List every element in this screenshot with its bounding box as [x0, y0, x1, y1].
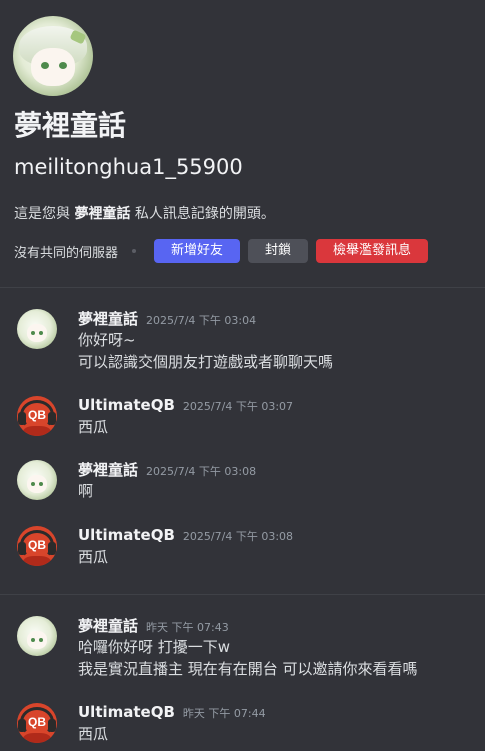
message-author[interactable]: 夢裡童話	[78, 310, 138, 328]
message-author[interactable]: UltimateQB	[78, 526, 175, 544]
separator-dot	[132, 249, 137, 253]
message-text: 西瓜	[78, 548, 109, 566]
message-text: 哈囉你好呀 打擾一下w	[78, 638, 231, 656]
intro-name: 夢裡童話	[74, 206, 131, 222]
message-text: 西瓜	[78, 725, 109, 743]
message-header: 夢裡童話 昨天 下午 07:43	[78, 615, 229, 636]
dm-intro-text: 這是您與 夢裡童話 私人訊息記錄的開頭。	[14, 203, 275, 223]
message-header: 夢裡童話 2025/7/4 下午 03:08	[78, 459, 256, 480]
profile-avatar[interactable]	[13, 16, 93, 96]
message-author[interactable]: UltimateQB	[78, 396, 175, 414]
message-text: 啊	[78, 482, 94, 500]
message-text: 西瓜	[78, 418, 109, 436]
message-timestamp: 2025/7/4 下午 03:08	[146, 465, 257, 478]
message-timestamp: 2025/7/4 下午 03:07	[182, 400, 294, 413]
mutual-servers-text: 沒有共同的伺服器	[14, 245, 119, 261]
profile-username: meilitonghua1_55900	[14, 155, 243, 179]
message-header: UltimateQB 2025/7/4 下午 03:07	[78, 395, 293, 414]
message-timestamp: 2025/7/4 下午 03:04	[146, 314, 257, 327]
message-text: 可以認識交個朋友打遊戲或者聊聊天嗎	[78, 353, 334, 371]
date-divider	[0, 594, 485, 595]
profile-display-name: 夢裡童話	[14, 109, 127, 142]
header-divider	[0, 287, 485, 288]
profile-actions: 沒有共同的伺服器 新增好友 封鎖 檢舉濫發訊息	[14, 239, 436, 263]
user-avatar[interactable]: QB	[17, 396, 57, 436]
user-avatar[interactable]	[17, 309, 57, 349]
report-spam-button[interactable]: 檢舉濫發訊息	[316, 239, 429, 263]
add-friend-button[interactable]: 新增好友	[154, 239, 241, 263]
user-avatar[interactable]: QB	[17, 526, 57, 566]
message-header: UltimateQB 昨天 下午 07:44	[78, 702, 266, 721]
intro-suffix: 私人訊息記錄的開頭。	[130, 206, 275, 222]
user-avatar[interactable]	[17, 460, 57, 500]
message-author[interactable]: 夢裡童話	[78, 461, 138, 479]
message-timestamp: 昨天 下午 07:44	[182, 707, 266, 720]
message-author[interactable]: UltimateQB	[78, 703, 175, 721]
user-avatar[interactable]	[17, 616, 57, 656]
message-author[interactable]: 夢裡童話	[78, 617, 138, 635]
intro-prefix: 這是您與	[14, 206, 75, 222]
message-timestamp: 2025/7/4 下午 03:08	[182, 530, 294, 543]
message-text: 我是實況直播主 現在有在開台 可以邀請你來看看嗎	[78, 660, 418, 678]
message-header: 夢裡童話 2025/7/4 下午 03:04	[78, 308, 256, 329]
user-avatar[interactable]: QB	[17, 703, 57, 743]
message-header: UltimateQB 2025/7/4 下午 03:08	[78, 525, 293, 544]
message-timestamp: 昨天 下午 07:43	[146, 621, 229, 634]
block-button[interactable]: 封鎖	[248, 239, 309, 263]
message-text: 你好呀~	[78, 331, 136, 349]
